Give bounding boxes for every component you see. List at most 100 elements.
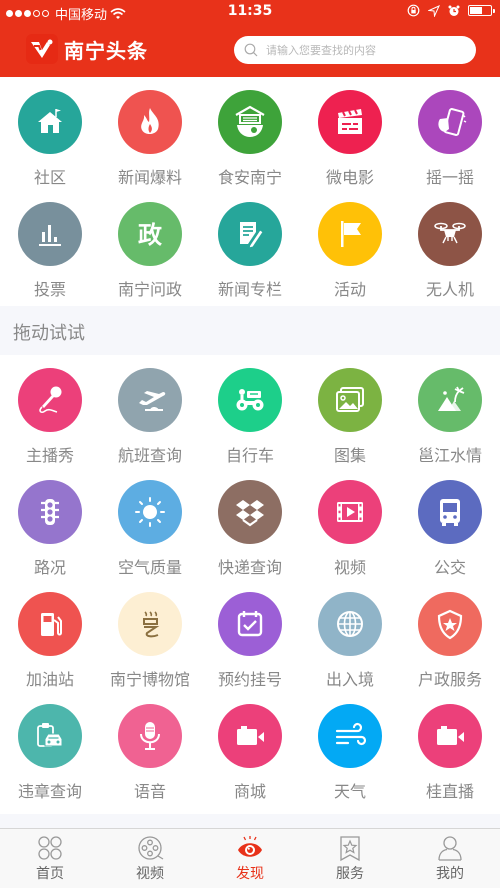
feature-tile-label: 语音 xyxy=(133,782,166,801)
tab-label: 视频 xyxy=(136,866,164,882)
header: 中国移动 11:35 南宁头条 请输入您要查找的内容 xyxy=(0,0,500,77)
tab-label: 我的 xyxy=(436,866,464,882)
package-icon xyxy=(236,500,264,527)
traffic-light-icon xyxy=(41,499,59,525)
feature-tile-label: 天气 xyxy=(333,782,366,801)
feature-tile-label: 自行车 xyxy=(225,446,274,465)
feature-tile-badge xyxy=(118,368,182,432)
feature-tile-fire[interactable]: 新闻爆料 xyxy=(100,80,200,192)
section-title: 拖动试试 xyxy=(13,323,85,344)
tab-eye[interactable]: 发现 xyxy=(200,829,300,888)
eye-icon xyxy=(238,836,262,857)
feature-tile-zheng-character[interactable]: 政南宁问政 xyxy=(100,192,200,304)
star-bookmark-icon xyxy=(340,836,360,862)
tab-user[interactable]: 我的 xyxy=(400,829,500,888)
feature-tile-label: 违章查询 xyxy=(17,782,82,801)
feature-tile-badge xyxy=(18,90,82,154)
feature-tile-gallery[interactable]: 图集 xyxy=(300,358,400,470)
feature-tile-badge xyxy=(118,704,182,768)
drone-icon xyxy=(434,222,466,244)
feature-tile-badge xyxy=(218,368,282,432)
edit-document-icon xyxy=(240,222,264,249)
palm-mountain-icon xyxy=(438,386,465,411)
feature-tile-label: 活动 xyxy=(333,280,366,299)
feature-tile-label: 空气质量 xyxy=(117,558,182,577)
feature-tile-badge xyxy=(18,480,82,544)
feature-tile-label: 公交 xyxy=(433,558,466,577)
feature-tile-badge xyxy=(418,704,482,768)
feature-tile-film-play[interactable]: 视频 xyxy=(300,470,400,582)
feature-tile-drone[interactable]: 无人机 xyxy=(400,192,500,304)
feature-tile-clapperboard[interactable]: 微电影 xyxy=(300,80,400,192)
feature-tile-badge xyxy=(318,368,382,432)
feature-tile-badge: 政 xyxy=(118,202,182,266)
feature-tile-label: 南宁问政 xyxy=(117,280,182,299)
feature-tile-badge xyxy=(18,704,82,768)
tab-film-reel[interactable]: 视频 xyxy=(100,829,200,888)
tab-star-bookmark[interactable]: 服务 xyxy=(300,829,400,888)
shake-phone-icon xyxy=(438,108,467,136)
voice-mic-icon xyxy=(140,722,160,750)
feature-tile-microphone[interactable]: 主播秀 xyxy=(0,358,100,470)
feature-tile-label: 桂直播 xyxy=(425,782,474,801)
feature-tile-edit-document[interactable]: 新闻专栏 xyxy=(200,192,300,304)
feature-tile-badge xyxy=(418,368,482,432)
bar-chart-icon xyxy=(39,225,61,246)
feature-tile-label: 邕江水情 xyxy=(417,446,482,465)
feature-tile-label: 航班查询 xyxy=(117,446,182,465)
zheng-character-icon: 政 xyxy=(138,221,162,249)
feature-tile-badge xyxy=(218,480,282,544)
feature-tile-calendar-check[interactable]: 预约挂号 xyxy=(200,582,300,694)
house-flag-icon xyxy=(38,109,62,133)
alarm-clock-icon xyxy=(448,5,460,16)
feature-tile-airplane[interactable]: 航班查询 xyxy=(100,358,200,470)
feature-tile-video-camera[interactable]: 桂直播 xyxy=(400,694,500,806)
feature-tile-police-badge[interactable]: 户政服务 xyxy=(400,582,500,694)
app-logo-icon xyxy=(26,34,58,64)
feature-tile-bicycle[interactable]: 自行车 xyxy=(200,358,300,470)
feature-tile-wind[interactable]: 天气 xyxy=(300,694,400,806)
app-brand: 南宁头条 xyxy=(26,34,148,64)
feature-tile-museum-glyph[interactable]: 南宁博物馆 xyxy=(100,582,200,694)
feature-tile-voice-mic[interactable]: 语音 xyxy=(100,694,200,806)
feature-tile-label: 加油站 xyxy=(25,670,74,689)
bus-icon xyxy=(440,499,460,526)
feature-tile-shake-phone[interactable]: 摇一摇 xyxy=(400,80,500,192)
feature-tile-badge xyxy=(218,202,282,266)
feature-tile-bar-chart[interactable]: 投票 xyxy=(0,192,100,304)
tab-label: 发现 xyxy=(236,866,264,882)
car-clipboard-icon xyxy=(37,723,63,747)
feature-tile-package[interactable]: 快递查询 xyxy=(200,470,300,582)
feature-tile-bus[interactable]: 公交 xyxy=(400,470,500,582)
location-arrow-icon xyxy=(428,4,440,17)
feature-tile-car-clipboard[interactable]: 违章查询 xyxy=(0,694,100,806)
wind-icon xyxy=(335,722,367,746)
feature-tile-video-camera[interactable]: 商城 xyxy=(200,694,300,806)
airplane-icon xyxy=(139,391,166,411)
flag-icon xyxy=(341,221,361,247)
video-camera-icon xyxy=(437,726,464,745)
feature-tile-label: 出入境 xyxy=(325,670,374,689)
feature-tile-food-safety[interactable]: 食安南宁 xyxy=(200,80,300,192)
feature-tile-sun[interactable]: 空气质量 xyxy=(100,470,200,582)
feature-tile-badge xyxy=(318,90,382,154)
feature-tile-house-flag[interactable]: 社区 xyxy=(0,80,100,192)
feature-tile-badge xyxy=(318,592,382,656)
microphone-icon xyxy=(39,386,62,413)
film-reel-icon xyxy=(138,836,164,860)
feature-tile-gas-pump[interactable]: 加油站 xyxy=(0,582,100,694)
feature-tile-palm-mountain[interactable]: 邕江水情 xyxy=(400,358,500,470)
feature-tile-badge xyxy=(118,480,182,544)
feature-tile-label: 摇一摇 xyxy=(425,168,474,187)
feature-tile-label: 路况 xyxy=(33,558,66,577)
feature-tile-flag[interactable]: 活动 xyxy=(300,192,400,304)
police-badge-icon xyxy=(437,609,463,640)
feature-tile-badge xyxy=(18,368,82,432)
feature-tile-globe[interactable]: 出入境 xyxy=(300,582,400,694)
rotation-lock-icon xyxy=(407,4,420,17)
search-bar[interactable] xyxy=(234,36,476,64)
tab-grid-four[interactable]: 首页 xyxy=(0,829,100,888)
search-input[interactable] xyxy=(266,43,456,57)
feature-tile-traffic-light[interactable]: 路况 xyxy=(0,470,100,582)
feature-tile-badge xyxy=(318,704,382,768)
